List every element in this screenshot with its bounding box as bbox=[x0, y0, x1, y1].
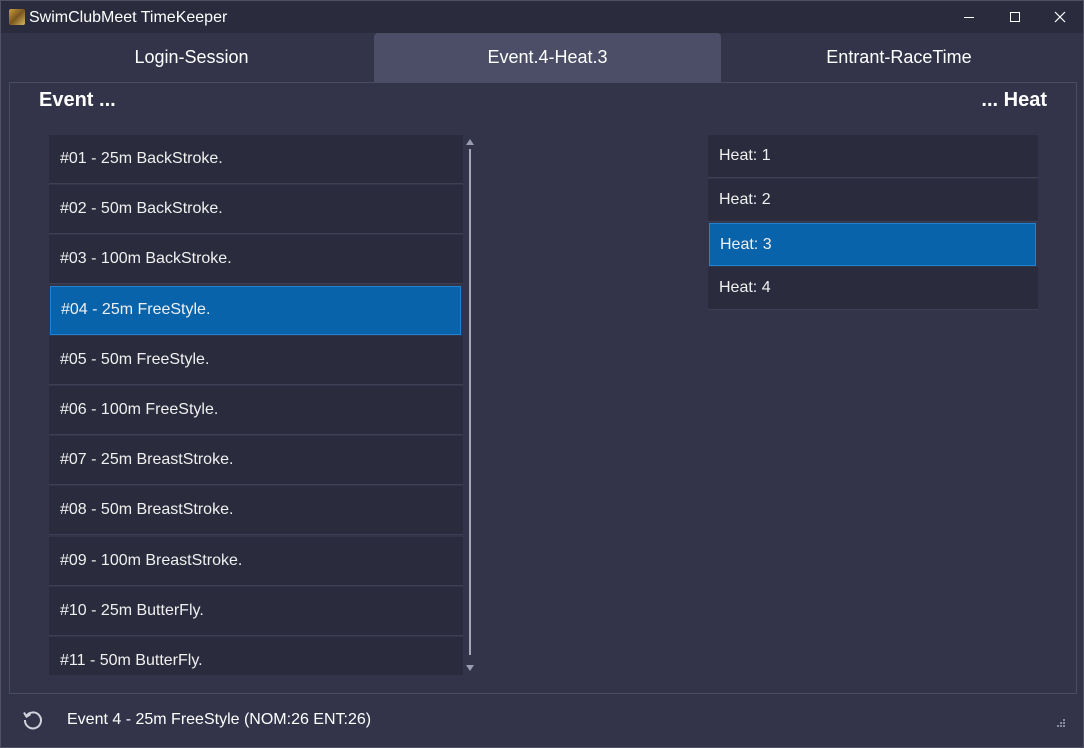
event-list-item[interactable]: #11 - 50m ButterFly. bbox=[49, 637, 463, 675]
event-list-item[interactable]: #03 - 100m BackStroke. bbox=[49, 235, 463, 285]
event-list[interactable]: #01 - 25m BackStroke. #02 - 50m BackStrok… bbox=[49, 135, 463, 675]
scrollbar-thumb[interactable] bbox=[469, 149, 471, 655]
event-list-item[interactable]: #01 - 25m BackStroke. bbox=[49, 135, 463, 184]
app-logo-icon bbox=[9, 9, 25, 25]
close-button[interactable] bbox=[1037, 1, 1083, 33]
event-list-scrollbar[interactable] bbox=[466, 135, 476, 675]
tab-event-heat[interactable]: Event.4-Heat.3 bbox=[374, 33, 721, 82]
heat-header: ... Heat bbox=[981, 89, 1047, 111]
heat-list-item[interactable]: Heat: 1 bbox=[708, 135, 1038, 178]
resize-grip-icon[interactable] bbox=[1057, 719, 1065, 727]
close-icon bbox=[1054, 11, 1066, 23]
status-bar: Event 4 - 25m FreeStyle (NOM:26 ENT:26) bbox=[1, 694, 1083, 747]
event-list-item[interactable]: #04 - 25m FreeStyle. bbox=[50, 285, 461, 335]
heat-list-item[interactable]: Heat: 4 bbox=[708, 267, 1038, 310]
tab-entrant-racetime[interactable]: Entrant-RaceTime bbox=[721, 33, 1077, 82]
minimize-button-real[interactable] bbox=[946, 1, 992, 33]
event-heat-panel: Event ... ... Heat #01 - 25m BackStroke.… bbox=[9, 82, 1077, 694]
event-list-item[interactable]: #08 - 50m BreastStroke. bbox=[49, 486, 463, 536]
refresh-icon bbox=[23, 711, 42, 730]
refresh-button[interactable] bbox=[21, 708, 45, 732]
scroll-up-arrow-icon[interactable] bbox=[466, 139, 474, 145]
minimize-icon bbox=[964, 17, 974, 18]
window-title: SwimClubMeet TimeKeeper bbox=[29, 9, 228, 26]
maximize-icon bbox=[1010, 12, 1020, 22]
heat-list[interactable]: Heat: 1 Heat: 2 Heat: 3 Heat: 4 bbox=[708, 135, 1038, 313]
event-list-item[interactable]: #10 - 25m ButterFly. bbox=[49, 586, 463, 636]
event-list-item[interactable]: #06 - 100m FreeStyle. bbox=[49, 386, 463, 435]
event-list-item[interactable]: #07 - 25m BreastStroke. bbox=[49, 436, 463, 486]
scroll-down-arrow-icon[interactable] bbox=[466, 665, 474, 671]
tab-login-session[interactable]: Login-Session bbox=[9, 33, 374, 82]
heat-list-item[interactable]: Heat: 3 bbox=[709, 223, 1036, 266]
heat-list-item[interactable]: Heat: 2 bbox=[708, 179, 1038, 222]
status-text: Event 4 - 25m FreeStyle (NOM:26 ENT:26) bbox=[67, 711, 372, 728]
maximize-button[interactable] bbox=[992, 1, 1038, 33]
tab-bar: Login-Session Event.4-Heat.3 Entrant-Rac… bbox=[9, 33, 1077, 82]
event-list-item[interactable]: #05 - 50m FreeStyle. bbox=[49, 335, 463, 385]
event-list-item[interactable]: #02 - 50m BackStroke. bbox=[49, 185, 463, 235]
app-window: SwimClubMeet TimeKeeper Login-Session Ev… bbox=[0, 0, 1084, 748]
title-bar[interactable]: SwimClubMeet TimeKeeper bbox=[1, 1, 1083, 33]
event-header: Event ... bbox=[39, 89, 116, 111]
event-list-item[interactable]: #09 - 100m BreastStroke. bbox=[49, 536, 463, 586]
